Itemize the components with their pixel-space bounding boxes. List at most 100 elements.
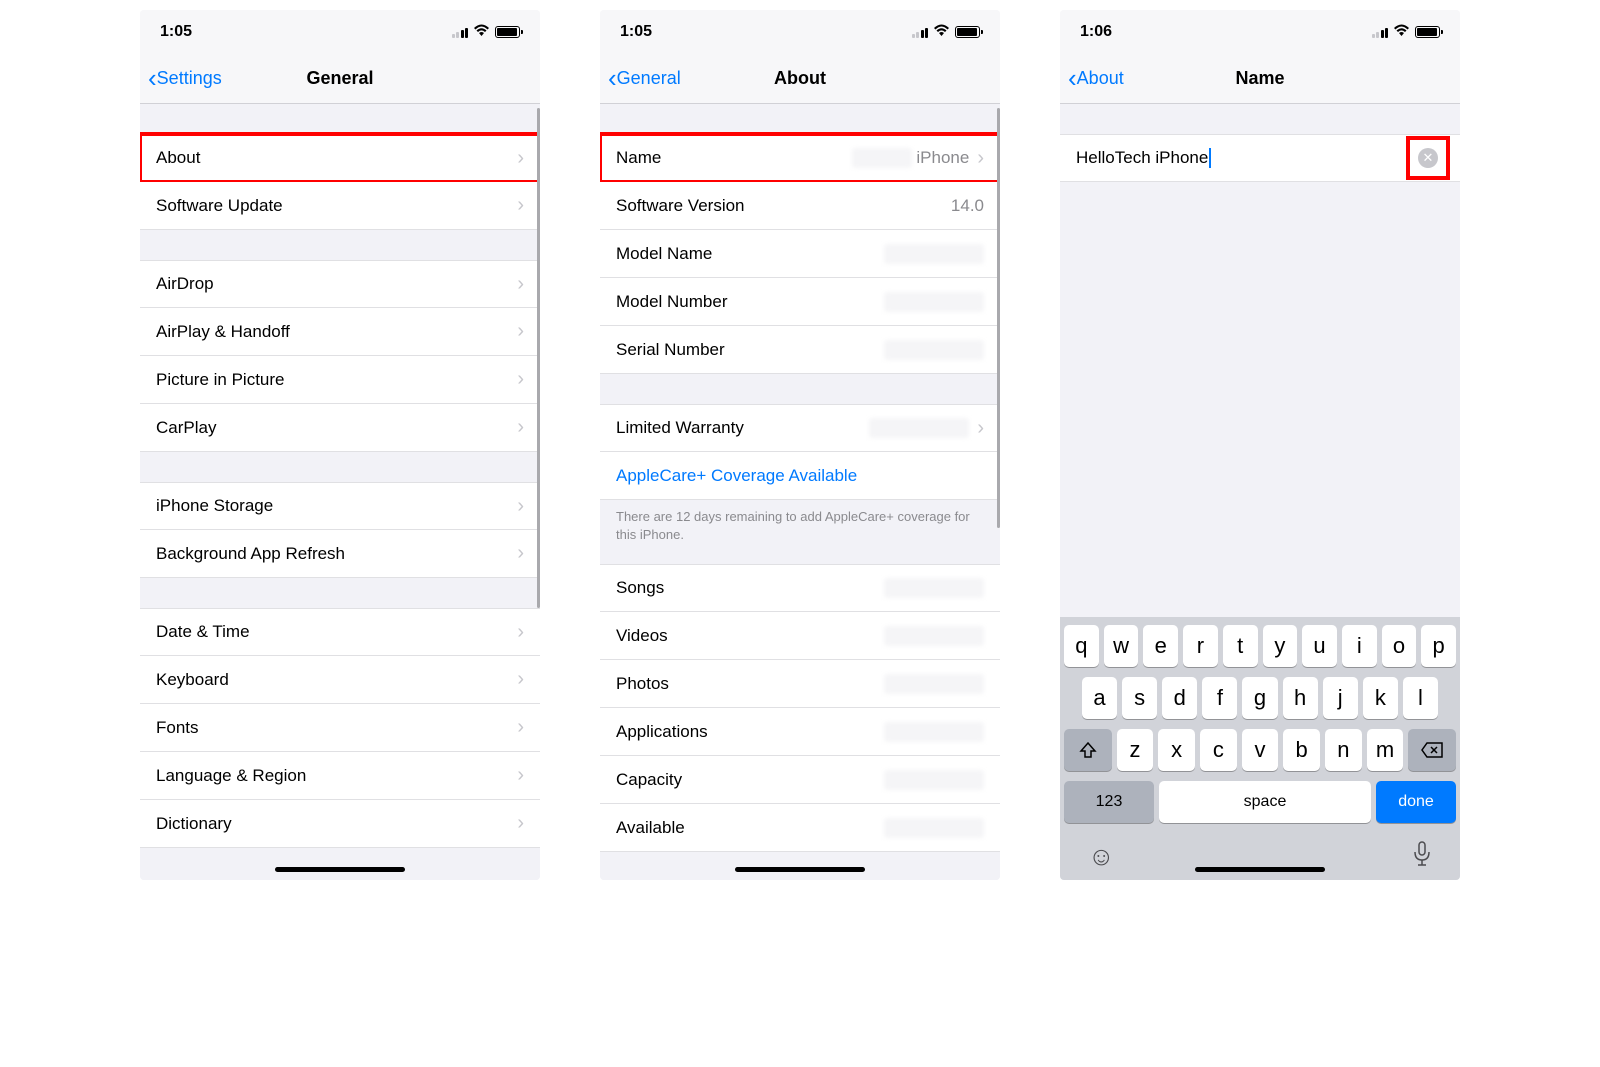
key-d[interactable]: d — [1162, 677, 1197, 719]
status-time: 1:06 — [1080, 23, 1112, 41]
home-indicator[interactable] — [735, 867, 865, 872]
row-applecare-coverage-available[interactable]: AppleCare+ Coverage Available — [600, 452, 1000, 500]
key-f[interactable]: f — [1202, 677, 1237, 719]
key-v[interactable]: v — [1242, 729, 1279, 771]
key-j[interactable]: j — [1323, 677, 1358, 719]
key-shift[interactable] — [1064, 729, 1112, 771]
content[interactable]: NameiPhone›Software Version14.0Model Nam… — [600, 104, 1000, 880]
key-r[interactable]: r — [1183, 625, 1218, 667]
back-label: About — [1077, 68, 1124, 89]
key-e[interactable]: e — [1143, 625, 1178, 667]
scrollbar[interactable] — [537, 108, 540, 608]
key-a[interactable]: a — [1082, 677, 1117, 719]
status-bar: 1:06 — [1060, 10, 1460, 54]
chevron-right-icon: › — [517, 542, 524, 565]
row-serial-number: Serial Number — [600, 326, 1000, 374]
row-airplay-handoff[interactable]: AirPlay & Handoff› — [140, 308, 540, 356]
row-available: Available — [600, 804, 1000, 852]
row-about[interactable]: About› — [140, 134, 540, 182]
row-fonts[interactable]: Fonts › — [140, 704, 540, 752]
row-label: Dictionary — [156, 814, 232, 834]
key-q[interactable]: q — [1064, 625, 1099, 667]
key-x[interactable]: x — [1158, 729, 1195, 771]
key-space[interactable]: space — [1159, 781, 1371, 823]
chevron-left-icon: ‹ — [1068, 63, 1077, 94]
key-z[interactable]: z — [1117, 729, 1154, 771]
name-input-row[interactable]: HelloTech iPhone ✕ — [1060, 134, 1460, 182]
home-indicator[interactable] — [275, 867, 405, 872]
row-label: Available — [616, 818, 685, 838]
chevron-left-icon: ‹ — [148, 63, 157, 94]
screen-about: 1:05 ‹ General About NameiPhone›Software… — [600, 10, 1000, 880]
row-keyboard[interactable]: Keyboard› — [140, 656, 540, 704]
row-label: Limited Warranty — [616, 418, 744, 438]
row-iphone-storage[interactable]: iPhone Storage› — [140, 482, 540, 530]
row-label: AppleCare+ Coverage Available — [616, 466, 857, 486]
status-time: 1:05 — [160, 23, 192, 41]
row-dictionary[interactable]: Dictionary› — [140, 800, 540, 848]
key-u[interactable]: u — [1302, 625, 1337, 667]
key-y[interactable]: y — [1263, 625, 1298, 667]
row-label: Capacity — [616, 770, 682, 790]
row-label: Fonts — [156, 718, 199, 738]
row-label: Software Version — [616, 196, 745, 216]
key-c[interactable]: c — [1200, 729, 1237, 771]
back-button[interactable]: ‹ Settings — [148, 63, 222, 94]
name-input[interactable]: HelloTech iPhone — [1076, 148, 1211, 169]
row-airdrop[interactable]: AirDrop› — [140, 260, 540, 308]
row-label: Name — [616, 148, 661, 168]
chevron-right-icon: › — [517, 320, 524, 343]
key-done[interactable]: done — [1376, 781, 1456, 823]
key-m[interactable]: m — [1367, 729, 1404, 771]
back-button[interactable]: ‹ About — [1068, 63, 1124, 94]
row-language-region[interactable]: Language & Region› — [140, 752, 540, 800]
row-label: Keyboard — [156, 670, 229, 690]
content[interactable]: About›Software Update› AirDrop›AirPlay & … — [140, 104, 540, 880]
row-value — [884, 626, 984, 646]
key-g[interactable]: g — [1242, 677, 1277, 719]
row-picture-in-picture[interactable]: Picture in Picture› — [140, 356, 540, 404]
row-label: Photos — [616, 674, 669, 694]
screen-general: 1:05 ‹ Settings General About›Software U… — [140, 10, 540, 880]
back-button[interactable]: ‹ General — [608, 63, 681, 94]
key-n[interactable]: n — [1325, 729, 1362, 771]
status-icons — [1372, 24, 1441, 41]
key-o[interactable]: o — [1382, 625, 1417, 667]
status-time: 1:05 — [620, 23, 652, 41]
nav-bar: ‹ About Name — [1060, 54, 1460, 104]
row-software-update[interactable]: Software Update› — [140, 182, 540, 230]
key-l[interactable]: l — [1403, 677, 1438, 719]
status-bar: 1:05 — [140, 10, 540, 54]
row-videos: Videos — [600, 612, 1000, 660]
screen-name-edit: 1:06 ‹ About Name HelloTech iPhone ✕ — [1060, 10, 1460, 880]
row-value — [884, 340, 984, 360]
status-bar: 1:05 — [600, 10, 1000, 54]
key-s[interactable]: s — [1122, 677, 1157, 719]
key-k[interactable]: k — [1363, 677, 1398, 719]
row-carplay[interactable]: CarPlay› — [140, 404, 540, 452]
emoji-icon[interactable]: ☺ — [1088, 841, 1115, 874]
home-indicator[interactable] — [1195, 867, 1325, 872]
row-background-app-refresh[interactable]: Background App Refresh› — [140, 530, 540, 578]
row-value — [884, 722, 984, 742]
row-limited-warranty[interactable]: Limited Warranty› — [600, 404, 1000, 452]
key-t[interactable]: t — [1223, 625, 1258, 667]
key-i[interactable]: i — [1342, 625, 1377, 667]
chevron-right-icon: › — [517, 764, 524, 787]
row-name[interactable]: NameiPhone› — [600, 134, 1000, 182]
key-p[interactable]: p — [1421, 625, 1456, 667]
row-songs: Songs — [600, 564, 1000, 612]
key-w[interactable]: w — [1104, 625, 1139, 667]
chevron-right-icon: › — [517, 716, 524, 739]
key-numbers[interactable]: 123 — [1064, 781, 1154, 823]
row-photos: Photos — [600, 660, 1000, 708]
key-backspace[interactable] — [1408, 729, 1456, 771]
key-b[interactable]: b — [1283, 729, 1320, 771]
mic-icon[interactable] — [1412, 841, 1432, 874]
wifi-icon — [933, 24, 950, 41]
text-cursor — [1209, 148, 1211, 168]
key-h[interactable]: h — [1283, 677, 1318, 719]
scrollbar[interactable] — [997, 108, 1000, 528]
clear-button[interactable]: ✕ — [1418, 148, 1438, 168]
row-date-time[interactable]: Date & Time› — [140, 608, 540, 656]
